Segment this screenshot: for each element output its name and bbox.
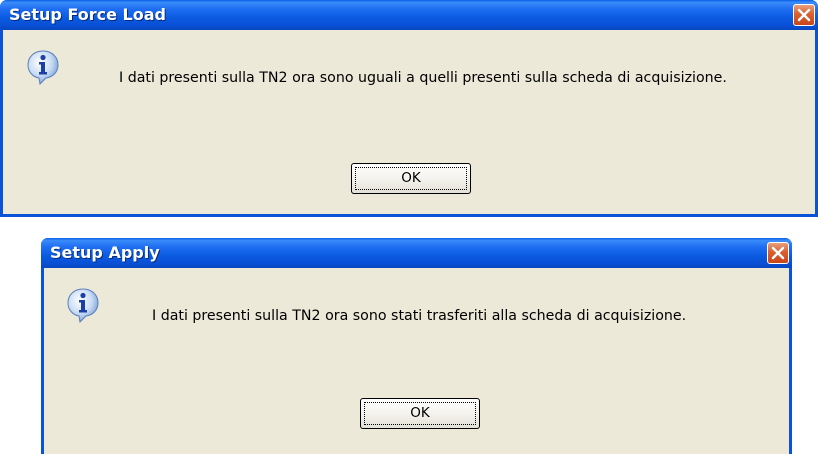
dialog-body: I dati presenti sulla TN2 ora sono ugual… (3, 30, 815, 214)
focus-rect (355, 167, 467, 190)
titlebar[interactable]: Setup Apply (41, 238, 792, 268)
info-icon (67, 288, 99, 323)
setup-apply-dialog: Setup Apply I dati presenti sulla TN2 or… (41, 238, 792, 454)
close-icon (797, 8, 811, 22)
dialog-title: Setup Force Load (9, 5, 166, 24)
ok-button[interactable]: OK (360, 398, 480, 429)
ok-button[interactable]: OK (351, 163, 471, 194)
setup-force-load-dialog: Setup Force Load I dati presenti sulla T… (0, 0, 818, 217)
dialog-message: I dati presenti sulla TN2 ora sono ugual… (119, 70, 727, 86)
dialog-message: I dati presenti sulla TN2 ora sono stati… (152, 308, 687, 324)
dialog-body: I dati presenti sulla TN2 ora sono stati… (44, 268, 789, 454)
titlebar[interactable]: Setup Force Load (0, 0, 818, 30)
close-button[interactable] (767, 242, 789, 264)
focus-rect (364, 402, 476, 425)
close-icon (771, 246, 785, 260)
dialog-title: Setup Apply (50, 243, 160, 262)
close-button[interactable] (793, 4, 815, 26)
info-icon (27, 50, 59, 85)
